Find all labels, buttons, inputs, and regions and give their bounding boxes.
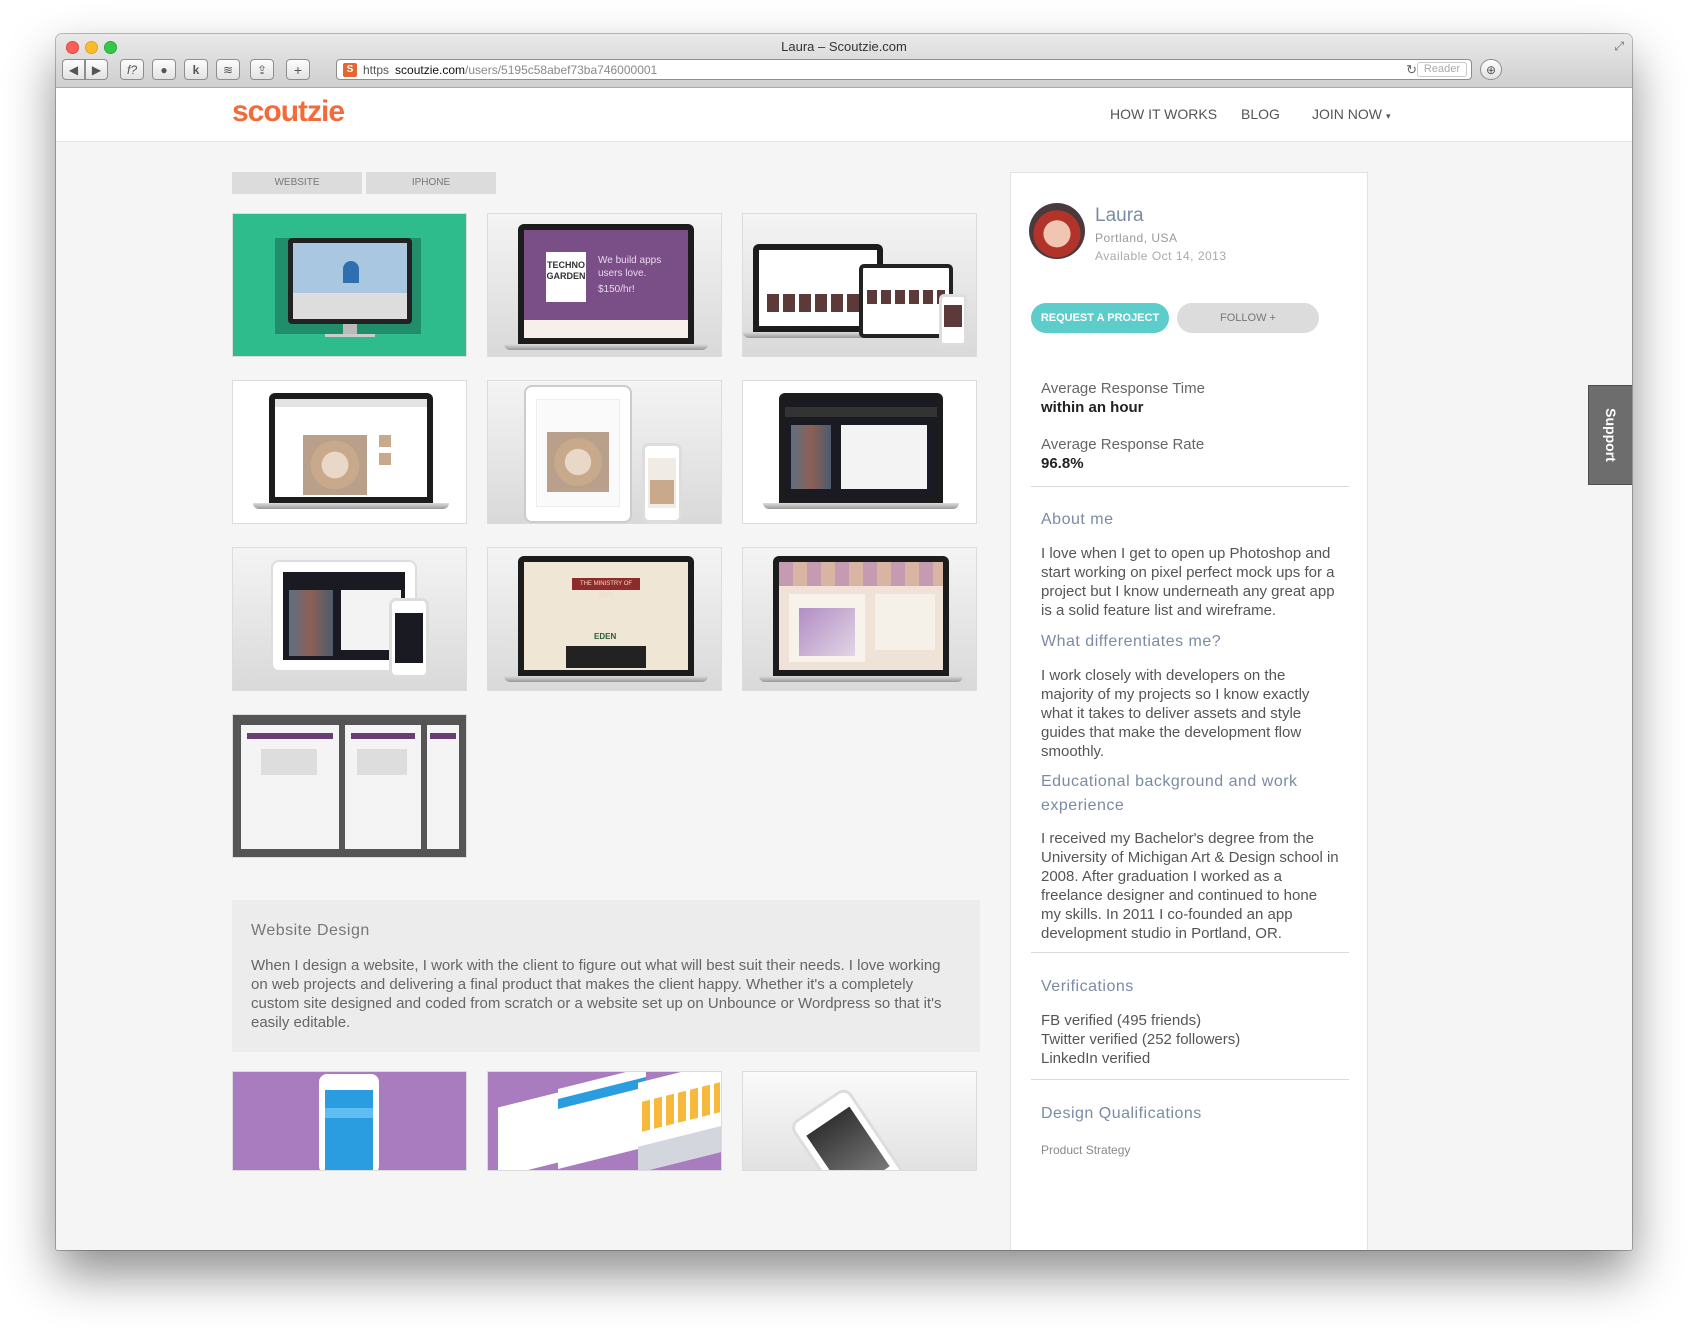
browser-window: Laura – Scoutzie.com ⤢ ◀ ▶ f? ● k ≋ ⇪ + … [56,34,1632,1250]
window-title: Laura – Scoutzie.com [781,39,907,54]
layers-extension-button[interactable]: ≋ [216,59,240,80]
techno-price-text: $150/hr! [598,284,635,295]
portfolio-thumb[interactable]: THE MINISTRY OF APPS EDEN [487,547,722,691]
verification-fb: FB verified (495 friends) [1041,1012,1202,1029]
education-body: I received my Bachelor's degree from the… [1041,830,1339,942]
nav-blog[interactable]: BLOG [1241,106,1280,122]
title-bar: Laura – Scoutzie.com ⤢ ◀ ▶ f? ● k ≋ ⇪ + … [56,34,1632,88]
qualifications-title: Design Qualifications [1041,1105,1202,1122]
portfolio-thumb[interactable] [742,547,977,691]
response-rate-label: Average Response Rate [1041,436,1205,453]
favicon-icon: S [343,62,357,77]
portfolio-thumb[interactable] [487,380,722,524]
portfolio-thumb[interactable] [232,714,467,858]
nav-join-now[interactable]: JOIN NOW ▾ [1312,106,1391,122]
section-title: Website Design [251,922,370,939]
reload-icon[interactable]: ↻ [1406,62,1417,78]
site-header: scoutzie HOW IT WORKS BLOG JOIN NOW ▾ [56,88,1632,142]
k-icon: k [192,62,200,77]
verifications-title: Verifications [1041,978,1134,995]
fullscreen-icon[interactable]: ⤢ [1614,39,1624,54]
record-extension-button[interactable]: ● [152,59,176,80]
downloads-button[interactable]: ⊕ [1480,59,1502,80]
k-extension-button[interactable]: k [184,59,208,80]
back-arrow-icon: ◀ [68,62,79,77]
portfolio-thumb[interactable] [742,1071,977,1171]
ministry-banner-text: THE MINISTRY OF APPS [572,578,640,599]
url-scheme: https [363,62,390,77]
response-time-label: Average Response Time [1041,380,1205,397]
share-icon: ⇪ [256,62,268,77]
forward-arrow-icon: ▶ [91,62,102,77]
url-path: /users/5195c58abef73ba746000001 [465,62,658,77]
nav-join-label: JOIN NOW [1312,106,1382,122]
portfolio-thumb[interactable] [232,380,467,524]
support-tab[interactable]: Support [1588,385,1632,485]
profile-name: Laura [1095,205,1144,226]
eden-logo-text: EDEN [594,632,617,641]
verification-twitter: Twitter verified (252 followers) [1041,1031,1241,1048]
section-body: When I design a website, I work with the… [251,957,942,1031]
divider [1031,486,1349,487]
portfolio-thumb[interactable] [742,213,977,357]
portfolio-description: Website Design When I design a website, … [232,900,980,1052]
follow-button[interactable]: FOLLOW + [1177,303,1319,333]
portfolio-thumb[interactable] [232,213,467,357]
layers-icon: ≋ [222,62,234,77]
share-button[interactable]: ⇪ [250,59,274,80]
tab-iphone[interactable]: IPHONE [366,172,496,194]
support-label: Support [1602,408,1619,462]
plus-icon: + [293,61,303,78]
verification-linkedin: LinkedIn verified [1041,1050,1151,1067]
qualification-item: Product Strategy [1041,1143,1131,1157]
portfolio-thumb[interactable] [232,547,467,691]
techno-garden-text: TECHNO GARDEN [546,252,586,302]
script-icon: f? [126,62,137,77]
url-domain: scoutzie.com [395,62,466,77]
reader-button[interactable]: Reader [1416,62,1467,77]
download-icon: ⊕ [1485,62,1497,77]
avatar [1029,203,1085,259]
differentiates-title: What differentiates me? [1041,633,1222,650]
techno-tagline-text: We build apps users love. [598,255,662,279]
divider [1031,1079,1349,1080]
profile-location: Portland, USA [1095,231,1178,245]
record-icon: ● [160,62,168,77]
differentiates-body: I work closely with developers on the ma… [1041,667,1310,760]
back-button[interactable]: ◀ [62,59,85,80]
portfolio-thumb[interactable] [742,380,977,524]
request-project-button[interactable]: REQUEST A PROJECT [1031,303,1169,333]
nav-how-it-works[interactable]: HOW IT WORKS [1110,106,1217,122]
about-title: About me [1041,511,1114,528]
address-bar[interactable]: S https scoutzie.com/users/5195c58abef73… [336,59,1472,80]
response-time-value: within an hour [1041,399,1144,416]
portfolio-thumb[interactable] [487,1071,722,1171]
portfolio-thumb[interactable]: TECHNO GARDEN We build apps users love. … [487,213,722,357]
scoutzie-logo[interactable]: scoutzie [232,95,345,129]
response-rate-value: 96.8% [1041,455,1084,472]
divider [1031,952,1349,953]
forward-button[interactable]: ▶ [85,59,108,80]
profile-availability: Available Oct 14, 2013 [1095,249,1227,263]
add-bookmark-button[interactable]: + [286,59,310,80]
profile-sidebar: Laura Portland, USA Available Oct 14, 20… [1010,172,1368,1250]
portfolio-tabs: WEBSITE IPHONE [232,172,496,194]
education-title: Educational background and work experien… [1041,773,1298,814]
about-body: I love when I get to open up Photoshop a… [1041,545,1335,619]
script-extension-button[interactable]: f? [120,59,144,80]
page-content: scoutzie HOW IT WORKS BLOG JOIN NOW ▾ WEB… [56,88,1632,1250]
tab-website[interactable]: WEBSITE [232,172,362,194]
portfolio-thumb[interactable] [232,1071,467,1171]
caret-down-icon: ▾ [1386,111,1391,121]
